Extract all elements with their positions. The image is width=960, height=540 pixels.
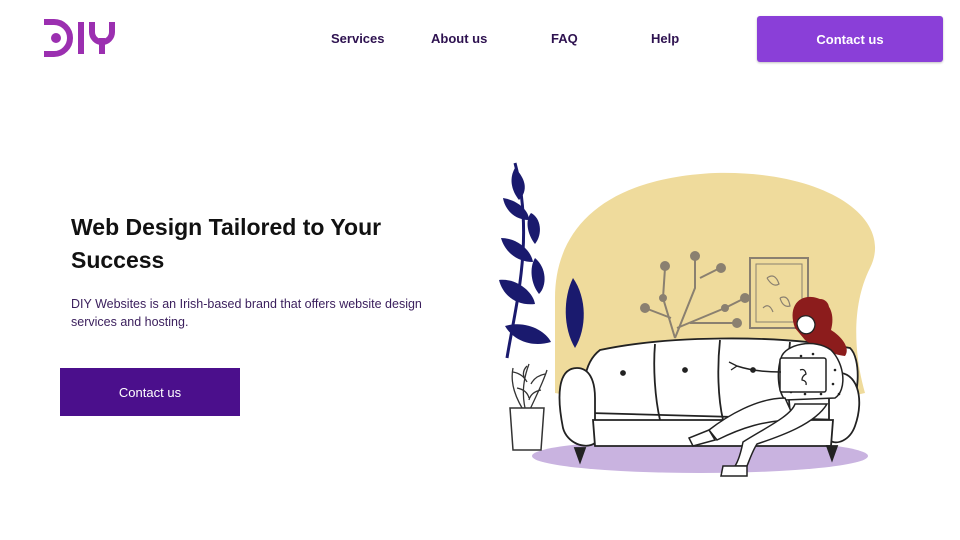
nav-link-about-us[interactable]: About us	[431, 31, 487, 46]
header-contact-button[interactable]: Contact us	[757, 16, 943, 62]
hero-illustration	[499, 162, 876, 477]
nav-link-services[interactable]: Services	[331, 31, 385, 46]
potted-plant-icon	[509, 363, 548, 451]
diy-logo[interactable]	[40, 18, 120, 58]
hero-title: Web Design Tailored to Your Success	[71, 214, 382, 273]
nav-link-faq[interactable]: FAQ	[551, 31, 578, 46]
nav-link-help[interactable]: Help	[651, 31, 679, 46]
hero-contact-button[interactable]: Contact us	[60, 368, 240, 416]
hero-description: DIY Websites is an Irish-based brand tha…	[71, 297, 422, 329]
